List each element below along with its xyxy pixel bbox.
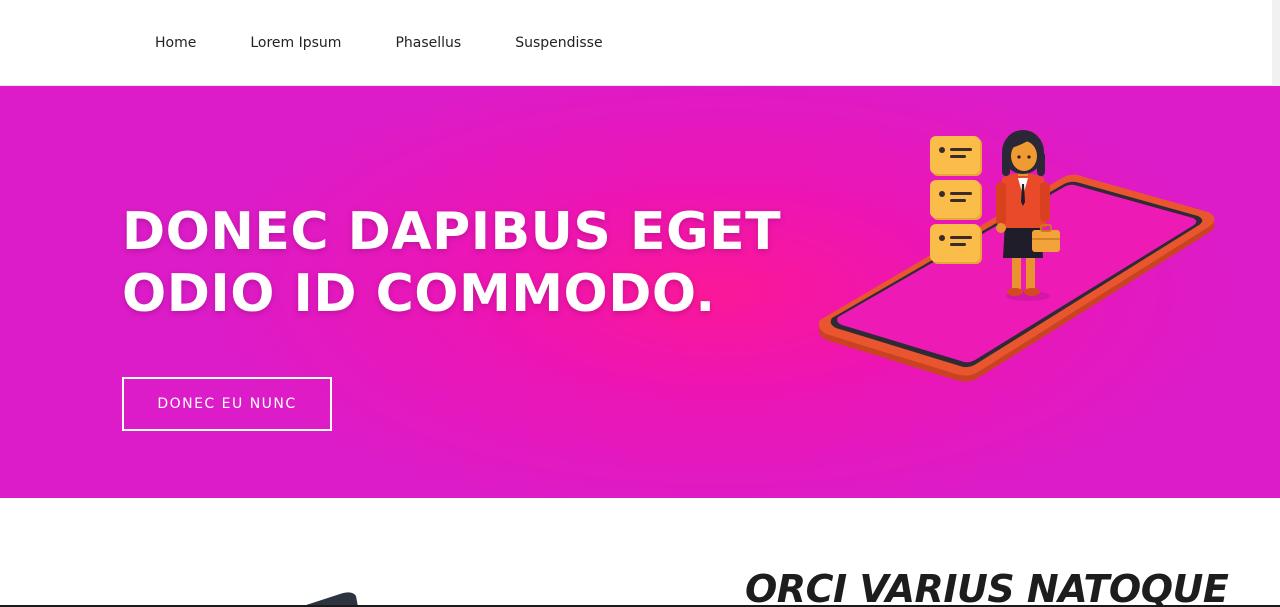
nav-item-phasellus[interactable]: Phasellus [368,30,488,56]
hero-banner: DONEC DAPIBUS EGET ODIO ID COMMODO. DONE… [0,86,1280,498]
main-nav: Home Lorem Ipsum Phasellus Suspendisse [128,30,630,56]
hero-cta-button[interactable]: DONEC EU NUNC [122,377,332,431]
content-section: ORCI VARIUS NATOQUE [0,498,1280,607]
businesswoman-on-phone-illustration [818,130,1215,382]
notification-cards [930,136,982,264]
section-heading: ORCI VARIUS NATOQUE [745,567,1229,607]
nav-item-lorem-ipsum[interactable]: Lorem Ipsum [223,30,368,56]
nav-item-suspendisse[interactable]: Suspendisse [488,30,629,56]
hero-title-line-2: ODIO ID COMMODO. [122,264,716,324]
nav-item-home[interactable]: Home [128,30,223,56]
site-header: Home Lorem Ipsum Phasellus Suspendisse [0,0,1280,86]
hero-title-line-1: DONEC DAPIBUS EGET [122,202,782,262]
scrollbar-track[interactable] [1272,0,1280,86]
hero-title: DONEC DAPIBUS EGET ODIO ID COMMODO. [122,201,822,325]
